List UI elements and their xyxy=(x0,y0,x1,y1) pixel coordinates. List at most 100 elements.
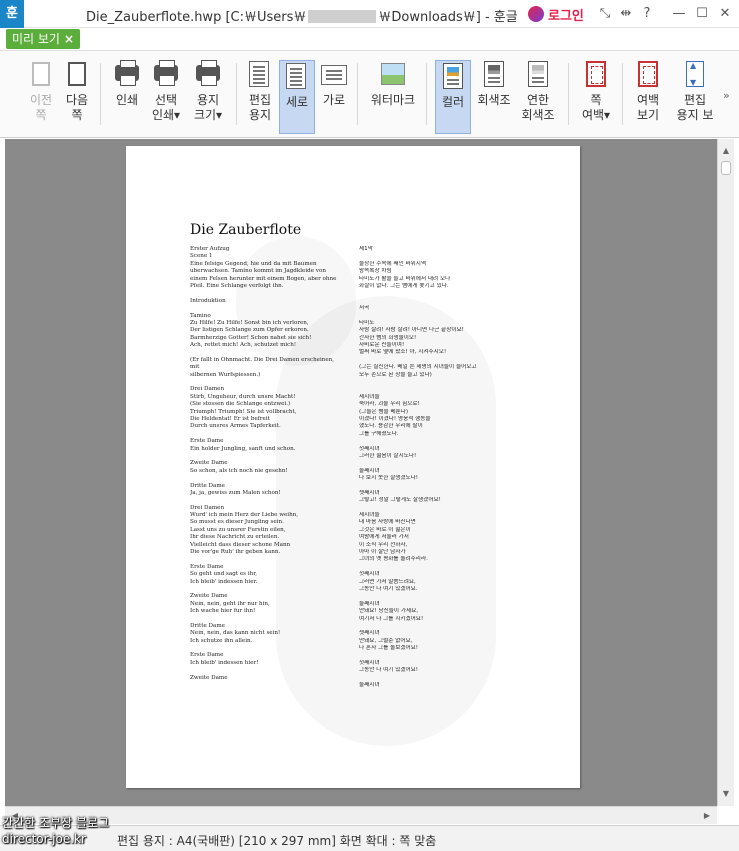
document-line: Ja, ja, gewiss zum Malen schon! xyxy=(190,489,281,496)
tab-bar: 미리 보기 × xyxy=(0,28,739,50)
redacted-username xyxy=(308,10,377,23)
document-line: 그동안 나 여기 있겠어요! xyxy=(359,667,419,674)
document-line: 그러한 젊음이 잘지도다! xyxy=(359,452,417,459)
watermark-label: 워터마크 xyxy=(370,93,416,107)
tab-preview-label: 미리 보기 xyxy=(12,32,60,46)
document-line: 이 소식 우리 전하자, xyxy=(359,541,408,548)
document-line: 아마 이 잘난 남자가 xyxy=(359,549,406,556)
document-line: Stirb, Ungeheur, durch unsre Macht! xyxy=(190,393,296,400)
document-line: 나 혼자 그를 돌보겠어요! xyxy=(359,645,419,652)
document-line: Erste Dame xyxy=(190,563,224,570)
scroll-up-icon[interactable]: ▲ xyxy=(718,143,734,159)
document-line: So musst es dieser Jungling sein. xyxy=(190,519,284,526)
ribbon-divider xyxy=(622,63,623,125)
scroll-right-icon[interactable]: ▶ xyxy=(699,807,715,824)
document-line: 여기서 나 그를 지키겠어요! xyxy=(359,615,424,622)
document-line: So schon, als ich noch nie gesehn! xyxy=(190,467,288,474)
paper-size-button[interactable]: 용지 크기▾ xyxy=(188,59,228,133)
scroll-thumb[interactable] xyxy=(721,161,731,175)
color-button[interactable]: 컬러 xyxy=(435,60,471,134)
document-line: 그를 구해졌도다. xyxy=(359,430,399,437)
document-line: 셋째시녀 xyxy=(359,630,380,637)
document-line: Lasst uns zu unsrer Furstin eilen, xyxy=(190,526,286,533)
margin-view-icon xyxy=(633,59,663,89)
document-line: 타미노 xyxy=(359,319,375,326)
page-margin-icon xyxy=(581,59,611,89)
edit-paper-label: 편집 용지 xyxy=(248,93,272,122)
next-page-button[interactable]: 다음 쪽 xyxy=(60,59,94,133)
edit-paper-view-label: 편집 용지 보 xyxy=(676,93,714,122)
document-line: Wurd' ich mein Herz der Liebe weihn, xyxy=(190,512,299,519)
account-icon xyxy=(528,6,544,22)
grayscale-button[interactable]: 회색조 xyxy=(474,59,514,133)
document-line: Tamino xyxy=(190,312,211,319)
paper-size-label: 용지 크기▾ xyxy=(193,93,223,122)
edit-paper-button[interactable]: 편집 용지 xyxy=(243,59,277,133)
document-line: 자비로운 신들이여! xyxy=(359,342,405,349)
document-line: 둘째시녀 xyxy=(359,682,380,689)
help-icon[interactable]: ? xyxy=(638,5,656,23)
print-button[interactable]: 인쇄 xyxy=(108,59,146,133)
color-label: 컬러 xyxy=(441,95,465,109)
german-text-column: Erster Aufzug Scene 1 Eine felsige Gegend,… xyxy=(190,246,360,682)
close-button[interactable]: ✕ xyxy=(716,5,734,23)
document-line: silbernen Wurfspiessen.) xyxy=(190,371,261,378)
korean-text-column: 제1막 울창한 수목에 쌔인 바위지역 왕족복장 차림 타미노가 활을 들고 바위에서… xyxy=(359,246,519,689)
document-line: 이겼다! 이겼다! 영웅적 행동을 xyxy=(359,415,431,422)
vertical-scrollbar[interactable]: ▲ ▼ xyxy=(717,139,734,806)
horizontal-scrollbar[interactable]: ◀ ▶ xyxy=(5,806,717,824)
maximize-button[interactable]: ☐ xyxy=(693,5,711,23)
blog-watermark: 간간한 조부장 블로그 director-joe.kr xyxy=(2,815,109,847)
document-line: 안돼요! 당신들이 가세요, xyxy=(359,608,419,615)
document-line: uberwachsen. Tamino kommt im Jagdkleide … xyxy=(190,268,326,275)
document-line: 셋째시녀 xyxy=(359,489,380,496)
document-line: 둘째시녀 xyxy=(359,600,380,607)
document-line: 여왕에게 서둘러 가서 xyxy=(359,534,409,541)
document-line: Vielleicht dass dieser schone Mann xyxy=(190,541,291,548)
prev-page-icon xyxy=(26,59,56,89)
margin-view-button[interactable]: 여백 보기 xyxy=(630,59,666,133)
edit-paper-view-button[interactable]: 편집 용지 보 xyxy=(672,59,718,133)
light-grayscale-label: 연한 회색조 xyxy=(521,93,555,122)
ribbon-divider xyxy=(236,63,237,125)
blog-name: 간간한 조부장 블로그 xyxy=(2,816,109,830)
scroll-down-icon[interactable]: ▼ xyxy=(718,786,734,802)
prev-page-button[interactable]: 이전 쪽 xyxy=(24,59,58,133)
portrait-icon xyxy=(282,61,312,91)
document-line: 타미노가 활을 들고 바위에서 내려 오나 xyxy=(359,275,451,282)
document-line: Ach, rettet mich! Ach, schutzet mich! xyxy=(190,342,297,349)
document-line: Barmherzige Gotter! Schon nahet sie sich… xyxy=(190,334,312,341)
landscape-label: 가로 xyxy=(322,93,346,107)
tab-preview[interactable]: 미리 보기 × xyxy=(6,29,81,49)
move-icon[interactable]: ⇹ xyxy=(617,5,635,23)
landscape-button[interactable]: 가로 xyxy=(318,59,350,133)
hangul-app-icon[interactable]: 훈 xyxy=(0,0,24,28)
select-print-button[interactable]: 선택 인쇄▾ xyxy=(146,59,186,133)
status-text: 편집 용지 : A4(국배판) [210 x 297 mm] 화면 확대 : 쪽… xyxy=(117,834,437,848)
light-grayscale-button[interactable]: 연한 회색조 xyxy=(516,59,560,133)
tab-close-icon[interactable]: × xyxy=(64,32,74,46)
margin-view-label: 여백 보기 xyxy=(636,93,660,122)
document-line: Zweite Dame xyxy=(190,593,228,600)
minimize-button[interactable]: — xyxy=(670,5,688,23)
window-title: Die_Zauberflote.hwp [C:￦Users￦ ￦Downloads… xyxy=(86,6,518,25)
light-grayscale-page-icon xyxy=(523,59,553,89)
watermark-button[interactable]: 워터마크 xyxy=(366,59,420,133)
shrink-icon[interactable]: ⤡ xyxy=(596,5,614,23)
portrait-button[interactable]: 세로 xyxy=(279,60,315,134)
document-line: 사람 살려! 사람 살려! 아니면 나근 끝장이요! xyxy=(359,327,464,334)
color-page-icon xyxy=(438,61,468,91)
fit-page-icon xyxy=(680,59,710,89)
window-title-suffix: ￦Downloads￦] - 훈글 xyxy=(378,10,518,25)
login-button[interactable]: 로그인 xyxy=(528,5,584,24)
ribbon-more-icon[interactable]: » xyxy=(723,89,730,102)
page-margin-button[interactable]: 쪽 여백▾ xyxy=(578,59,614,133)
document-line: 했도다. 용감한 우리에 팔이 xyxy=(359,423,423,430)
